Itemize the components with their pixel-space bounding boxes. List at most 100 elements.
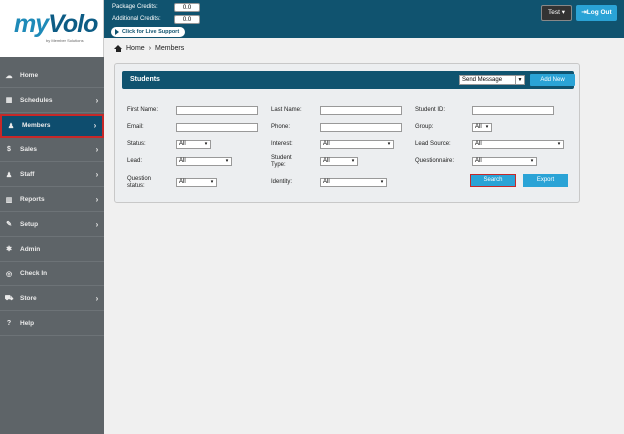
- chevron-down-icon: ▾: [387, 141, 391, 147]
- student-id-input[interactable]: [472, 106, 554, 115]
- globe-icon: ◎: [5, 270, 13, 278]
- users-icon: ♟: [5, 171, 13, 179]
- user-menu-button[interactable]: Test ▾: [541, 5, 572, 21]
- chevron-down-icon: ▼: [515, 76, 524, 84]
- chevron-down-icon: ▾: [225, 158, 229, 164]
- questionnaire-select[interactable]: All ▾: [472, 157, 537, 166]
- sidebar-item-label: Home: [20, 72, 39, 79]
- lead-source-select[interactable]: All ▾: [472, 140, 564, 149]
- chevron-down-icon: ▾: [380, 179, 384, 185]
- identity-select[interactable]: All ▾: [320, 178, 387, 187]
- package-credits-label: Package Credits:: [112, 4, 158, 10]
- status-value: All: [179, 141, 186, 147]
- sidebar: myVolo by Member Solutions ☁ Home ▦ Schedul…: [0, 0, 104, 434]
- student-type-select[interactable]: All ▾: [320, 157, 358, 166]
- sidebar-item-help[interactable]: ? Help: [0, 312, 104, 336]
- questionnaire-value: All: [475, 158, 482, 164]
- sidebar-item-setup[interactable]: ✎ Setup ›: [0, 213, 104, 237]
- sidebar-item-admin[interactable]: ✱ Admin: [0, 238, 104, 262]
- chevron-right-icon: ›: [95, 145, 99, 155]
- chevron-down-icon: ▾: [204, 141, 208, 147]
- export-button[interactable]: Export: [523, 174, 568, 187]
- cart-icon: ⛟: [4, 295, 14, 303]
- chevron-down-icon: ▾: [351, 158, 355, 164]
- first-name-label: First Name:: [127, 107, 159, 113]
- last-name-input[interactable]: [320, 106, 402, 115]
- sidebar-item-label: Store: [20, 295, 37, 303]
- question-status-value: All: [179, 179, 186, 185]
- add-new-button[interactable]: Add New: [530, 74, 575, 86]
- sidebar-item-label: Sales: [20, 146, 37, 154]
- sidebar-item-label: Members: [22, 122, 51, 130]
- interest-label: Interest:: [271, 141, 293, 147]
- last-name-label: Last Name:: [271, 107, 302, 113]
- send-message-select[interactable]: Send Message ▼: [459, 75, 525, 85]
- sidebar-item-label: Reports: [20, 196, 45, 203]
- additional-credits-value: 0.0: [174, 15, 200, 24]
- panel-header: Students Send Message ▼ Add New: [122, 71, 575, 89]
- question-status-label-1: Question: [127, 176, 152, 182]
- status-select[interactable]: All ▾: [176, 140, 211, 149]
- phone-label: Phone:: [271, 124, 291, 130]
- student-type-label-2: Type:: [271, 162, 286, 168]
- logo[interactable]: myVolo by Member Solutions: [0, 0, 104, 57]
- chevron-right-icon: ›: [93, 121, 97, 131]
- live-support-label: Click for Live Support: [122, 29, 180, 35]
- sidebar-item-check-in[interactable]: ◎ Check In: [0, 262, 104, 287]
- breadcrumb-separator: ›: [148, 45, 152, 52]
- identity-value: All: [323, 179, 330, 185]
- sidebar-item-sales[interactable]: $ Sales ›: [0, 138, 104, 163]
- logout-button[interactable]: ⇥Log Out: [576, 5, 617, 21]
- chevron-down-icon: ▾: [485, 124, 489, 130]
- question-icon: ?: [6, 320, 12, 327]
- user-icon: ♟: [7, 122, 15, 130]
- first-name-input[interactable]: [176, 106, 258, 115]
- gear-icon: ✱: [6, 246, 12, 254]
- lead-select[interactable]: All ▾: [176, 157, 232, 166]
- sidebar-item-reports[interactable]: ▥ Reports ›: [0, 188, 104, 212]
- dollar-icon: $: [7, 146, 11, 154]
- top-bar: Package Credits: 0.0 Additional Credits:…: [104, 0, 624, 38]
- breadcrumb-home[interactable]: Home: [126, 45, 145, 52]
- questionnaire-label: Questionnaire:: [415, 158, 455, 164]
- chevron-right-icon: ›: [95, 95, 99, 105]
- sidebar-item-label: Staff: [20, 171, 35, 179]
- chevron-right-icon: ›: [95, 170, 99, 180]
- status-label: Status:: [127, 141, 146, 147]
- email-input[interactable]: [176, 123, 258, 132]
- group-select[interactable]: All ▾: [472, 123, 492, 132]
- sidebar-item-members[interactable]: ♟ Members ›: [0, 113, 104, 138]
- sidebar-item-staff[interactable]: ♟ Staff ›: [0, 163, 104, 188]
- sidebar-item-home[interactable]: ☁ Home: [0, 64, 104, 88]
- sidebar-item-label: Schedules: [20, 96, 53, 104]
- student-type-value: All: [323, 158, 330, 164]
- sidebar-item-schedules[interactable]: ▦ Schedules ›: [0, 89, 104, 113]
- chevron-down-icon: ▾: [210, 179, 214, 185]
- email-label: Email:: [127, 124, 144, 130]
- question-status-label-2: status:: [127, 183, 145, 189]
- question-status-select[interactable]: All ▾: [176, 178, 217, 187]
- search-button[interactable]: Search: [470, 174, 516, 187]
- student-type-label-1: Student: [271, 155, 292, 161]
- lead-label: Lead:: [127, 158, 143, 164]
- phone-input[interactable]: [320, 123, 402, 132]
- chevron-down-icon: ▾: [530, 158, 534, 164]
- breadcrumb: Home › Members: [114, 45, 184, 52]
- live-support-button[interactable]: Click for Live Support: [111, 27, 186, 37]
- additional-credits-label: Additional Credits:: [112, 16, 161, 22]
- send-message-value: Send Message: [462, 77, 503, 83]
- chart-icon: ▥: [5, 196, 13, 204]
- student-id-label: Student ID:: [415, 107, 446, 113]
- interest-select[interactable]: All ▾: [320, 140, 394, 149]
- logo-wordmark: myVolo: [14, 10, 98, 38]
- lead-value: All: [179, 158, 186, 164]
- package-credits-value: 0.0: [174, 3, 200, 12]
- chevron-right-icon: ›: [95, 294, 99, 304]
- lead-source-label: Lead Source:: [415, 141, 451, 147]
- chevron-right-icon: ›: [95, 195, 99, 204]
- sidebar-item-store[interactable]: ⛟ Store ›: [0, 287, 104, 312]
- sidebar-item-label: Check In: [20, 270, 48, 278]
- lead-source-value: All: [475, 141, 482, 147]
- group-label: Group:: [415, 124, 434, 130]
- panel-title: Students: [130, 76, 160, 83]
